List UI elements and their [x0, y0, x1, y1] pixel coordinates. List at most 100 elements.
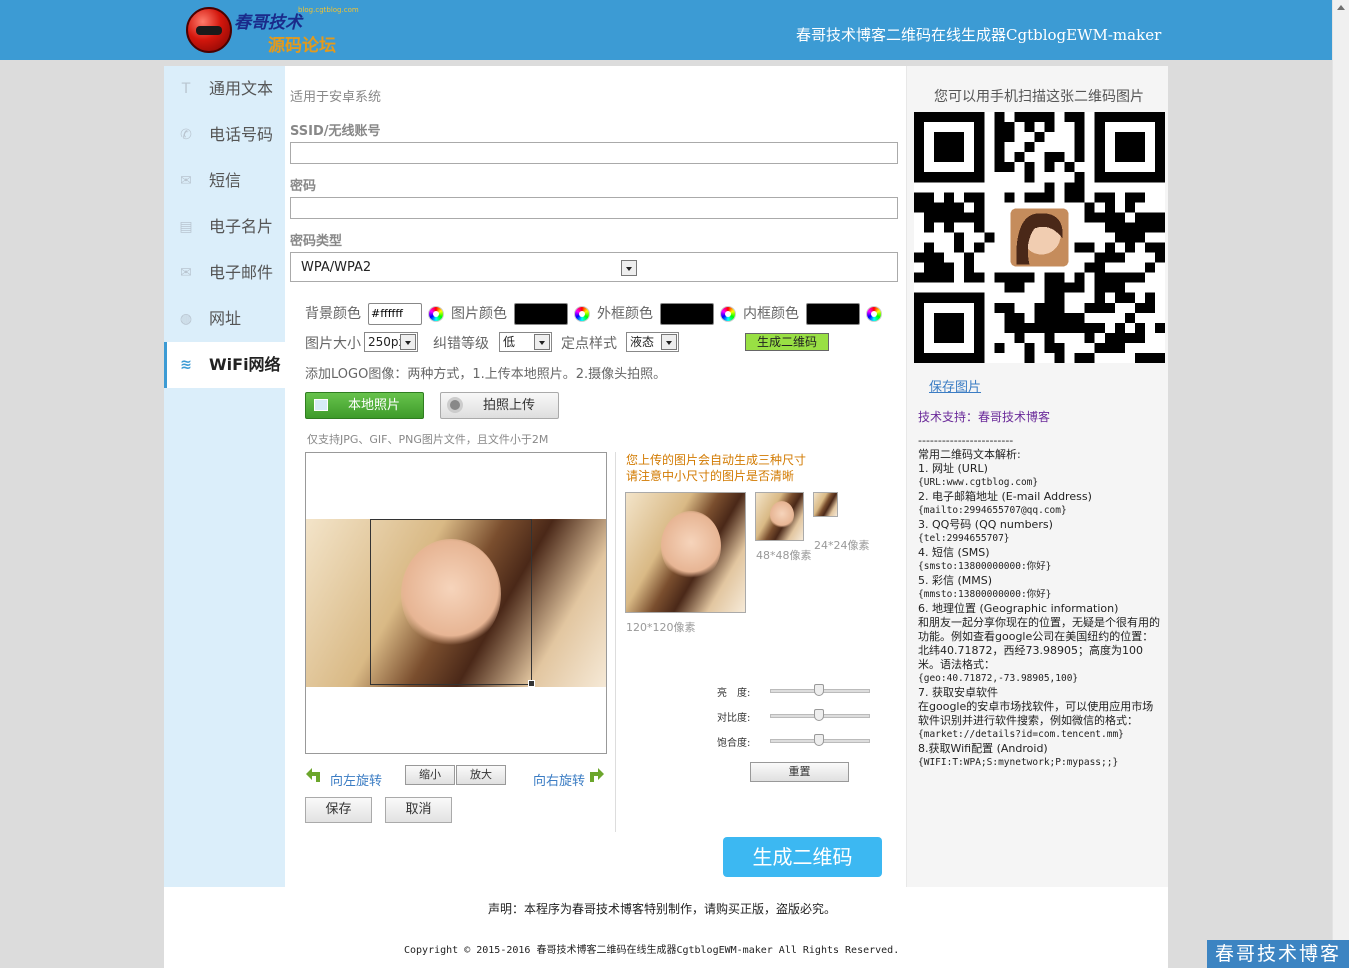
- sidebar-item-phone[interactable]: ✆ 电话号码: [164, 112, 285, 158]
- qr-code-image: [914, 112, 1165, 363]
- guide-line: {WIFI:T:WPA;S:mynetwork;P:mypass;;}: [918, 757, 1119, 768]
- brightness-slider[interactable]: [770, 684, 870, 698]
- slider-knob[interactable]: [814, 684, 824, 696]
- brightness-label: 亮 度:: [717, 688, 751, 699]
- sidebar-item-label: 网址: [209, 309, 242, 328]
- page-title: 春哥技术博客二维码在线生成器CgtblogEWM-maker: [796, 26, 1162, 44]
- webcam-icon: [447, 397, 463, 413]
- ssid-input[interactable]: [290, 142, 898, 164]
- tech-support-value[interactable]: 春哥技术博客: [978, 410, 1050, 424]
- outer-color-input[interactable]: [660, 303, 714, 325]
- scan-hint: 您可以用手机扫描这张二维码图片: [934, 89, 1144, 105]
- header-bar: 春哥技术 源码论坛 blog.cgtblog.com 春哥技术博客二维码在线生成…: [0, 0, 1332, 60]
- page-scrollbar[interactable]: [1332, 0, 1349, 968]
- preview-divider: [615, 452, 616, 832]
- contrast-slider[interactable]: [770, 709, 870, 723]
- rotate-right-icon[interactable]: [586, 764, 604, 784]
- saturation-slider[interactable]: [770, 734, 870, 748]
- sidebar-item-label: 电话号码: [209, 125, 274, 144]
- image-color-input[interactable]: [514, 303, 568, 325]
- preview-24-label: 24*24像素: [814, 539, 870, 552]
- image-icon: [314, 399, 328, 411]
- sidebar-item-label: WiFi网络: [209, 355, 281, 374]
- slider-knob[interactable]: [814, 709, 824, 721]
- cancel-crop-button[interactable]: 取消: [385, 797, 452, 823]
- color-wheel-icon[interactable]: [428, 306, 444, 322]
- guide-line: {market://details?id=com.tencent.mm}: [918, 729, 1124, 740]
- color-wheel-icon[interactable]: [574, 306, 590, 322]
- sidebar-item-label: 电子邮件: [209, 263, 274, 282]
- sidebar-item-globe[interactable]: ◍ 网址: [164, 296, 285, 342]
- guide-line: 6. 地理位置 (Geographic information): [918, 602, 1119, 615]
- save-image-link[interactable]: 保存图片: [929, 376, 981, 395]
- auto-size-note-line1: 您上传的图片会自动生成三种尺寸: [626, 453, 807, 467]
- text-icon: T: [181, 81, 191, 97]
- size-select[interactable]: 250px: [364, 332, 418, 352]
- crop-area[interactable]: [305, 452, 607, 754]
- encryption-value: WPA/WPA2: [301, 260, 372, 275]
- rotate-left-link[interactable]: 向左旋转: [330, 770, 382, 789]
- file-support-note: 仅支持JPG、GIF、PNG图片文件，且文件小于2M: [307, 433, 549, 446]
- color-wheel-icon[interactable]: [866, 306, 882, 322]
- crop-selection[interactable]: [370, 519, 532, 685]
- anchor-style-select[interactable]: 液态: [626, 332, 679, 352]
- chevron-down-icon[interactable]: [661, 334, 677, 350]
- bg-color-input[interactable]: #ffffff: [368, 303, 422, 325]
- rotate-right-link[interactable]: 向右旋转: [533, 770, 585, 789]
- preview-48-label: 48*48像素: [756, 549, 812, 562]
- image-color-label: 图片颜色: [451, 306, 507, 322]
- logo-upload-hint: 添加LOGO图像：两种方式，1.上传本地照片。2.摄像头拍照。: [305, 367, 667, 382]
- saturation-label: 饱合度:: [717, 738, 751, 749]
- auto-size-note: 您上传的图片会自动生成三种尺寸 请注意中小尺寸的图片是否清晰: [626, 452, 806, 484]
- guide-title: 常用二维码文本解析:: [918, 448, 1021, 461]
- chevron-down-icon[interactable]: [400, 334, 416, 350]
- guide-line: 7. 获取安卓软件: [918, 686, 998, 699]
- rotate-left-icon[interactable]: [306, 764, 324, 784]
- form-hint: 适用于安卓系统: [290, 90, 382, 105]
- local-photo-button[interactable]: 本地照片: [305, 392, 424, 419]
- crop-resize-handle[interactable]: [528, 680, 535, 687]
- zoom-in-button[interactable]: 放大: [456, 765, 506, 785]
- color-wheel-icon[interactable]: [720, 306, 736, 322]
- guide-line: 5. 彩信 (MMS): [918, 574, 993, 587]
- footer-disclaimer: 声明：本程序为春哥技术博客特别制作，请购买正版，盗版必究。: [488, 902, 837, 916]
- chevron-down-icon[interactable]: [621, 260, 637, 276]
- ecc-select[interactable]: 低: [499, 332, 552, 352]
- ecc-value: 低: [503, 335, 516, 349]
- save-crop-button[interactable]: 保存: [305, 797, 372, 823]
- preview-120-label: 120*120像素: [626, 621, 696, 634]
- contrast-label: 对比度:: [717, 713, 751, 724]
- mail-icon: ✉: [180, 265, 192, 281]
- sidebar-item-label: 短信: [209, 171, 242, 190]
- qr-text-guide: ------------------------ 常用二维码文本解析: 1. 网…: [918, 434, 1163, 770]
- logo-ball-icon: [186, 7, 232, 53]
- chat-icon: ✉: [180, 173, 192, 189]
- camera-upload-button[interactable]: 拍照上传: [440, 392, 559, 419]
- type-sidebar: T 通用文本 ✆ 电话号码 ✉ 短信 ▤ 电子名片 ✉ 电子邮件 ◍ 网址 ≋ WiFi网络: [164, 66, 285, 887]
- sidebar-item-text[interactable]: T 通用文本: [164, 66, 285, 112]
- sidebar-item-wifi[interactable]: ≋ WiFi网络: [164, 342, 285, 388]
- password-label: 密码: [290, 179, 317, 194]
- password-input[interactable]: [290, 197, 898, 219]
- inner-color-input[interactable]: [806, 303, 860, 325]
- ssid-label: SSID/无线账号: [290, 124, 381, 139]
- slider-knob[interactable]: [814, 734, 824, 746]
- encryption-label: 密码类型: [290, 234, 343, 249]
- chevron-down-icon[interactable]: [534, 334, 550, 350]
- blog-watermark: 春哥技术博客: [1207, 940, 1349, 968]
- guide-line: 1. 网址 (URL): [918, 462, 988, 475]
- logo-text-line2: 源码论坛: [268, 36, 336, 56]
- generate-qr-button[interactable]: 生成二维码: [723, 837, 882, 877]
- scroll-up-icon[interactable]: [1337, 5, 1345, 10]
- sidebar-item-mail[interactable]: ✉ 电子邮件: [164, 250, 285, 296]
- sidebar-item-card[interactable]: ▤ 电子名片: [164, 204, 285, 250]
- site-logo[interactable]: 春哥技术 源码论坛 blog.cgtblog.com: [186, 4, 366, 56]
- encryption-select[interactable]: WPA/WPA2: [290, 252, 898, 282]
- size-label: 图片大小: [305, 336, 361, 352]
- guide-line: {mailto:2994655707@qq.com}: [918, 505, 1067, 516]
- zoom-out-button[interactable]: 缩小: [405, 765, 455, 785]
- sidebar-item-chat[interactable]: ✉ 短信: [164, 158, 285, 204]
- generate-small-button[interactable]: 生成二维码: [745, 333, 829, 351]
- inner-color-label: 内框颜色: [743, 306, 799, 322]
- reset-adjust-button[interactable]: 重置: [750, 762, 849, 782]
